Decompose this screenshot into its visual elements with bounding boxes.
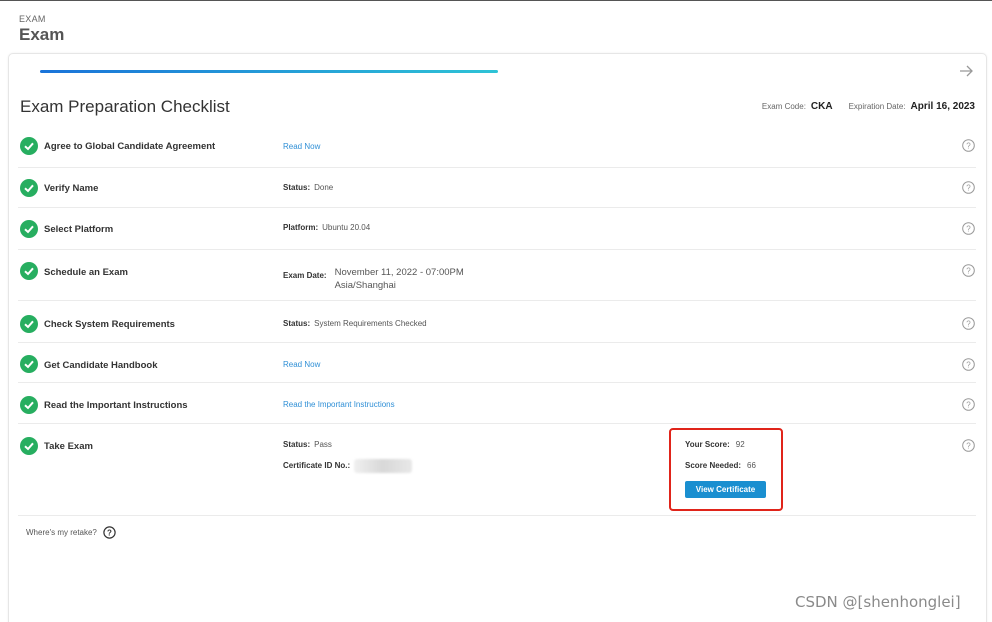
instructions-link[interactable]: Read the Important Instructions	[283, 400, 395, 409]
expiration-label: Expiration Date:	[848, 102, 906, 111]
help-icon[interactable]: ?	[962, 222, 975, 235]
check-circle-icon	[20, 220, 38, 238]
task-label: Schedule an Exam	[44, 267, 128, 278]
exam-date-detail: Exam Date: November 11, 2022 - 07:00PM As…	[283, 267, 464, 291]
question-circle-icon[interactable]: ?	[103, 526, 116, 539]
checklist-row-platform: Select Platform Platform: Ubuntu 20.04 ?	[18, 208, 976, 250]
task-label: Get Candidate Handbook	[44, 360, 158, 371]
svg-text:?: ?	[966, 266, 971, 275]
task-label: Check System Requirements	[44, 319, 175, 330]
exam-code-label: Exam Code:	[761, 102, 806, 111]
arrow-right-icon[interactable]	[957, 62, 975, 80]
platform-detail: Platform: Ubuntu 20.04	[283, 223, 371, 232]
score-highlight-box: Your Score: 92 Score Needed: 66 View Certi…	[669, 428, 783, 511]
help-icon[interactable]: ?	[962, 264, 975, 277]
check-circle-icon	[20, 355, 38, 373]
exam-code: CKA	[810, 101, 833, 112]
checklist-title: Exam Preparation Checklist	[20, 97, 230, 116]
task-label: Select Platform	[44, 224, 114, 235]
svg-text:?: ?	[966, 360, 971, 369]
check-circle-icon	[20, 437, 38, 455]
check-circle-icon	[20, 396, 38, 414]
retake-text: Where's my retake?	[26, 528, 97, 537]
read-now-link[interactable]: Read Now	[283, 142, 320, 151]
help-icon[interactable]: ?	[962, 139, 975, 152]
progress-bar	[40, 70, 498, 73]
read-now-link[interactable]: Read Now	[283, 360, 320, 369]
help-icon[interactable]: ?	[962, 317, 975, 330]
retake-help: Where's my retake? ?	[26, 526, 116, 539]
check-circle-icon	[20, 179, 38, 197]
checklist-row-instructions: Read the Important Instructions Read the…	[18, 383, 976, 424]
page-title: Exam	[19, 25, 65, 44]
help-icon[interactable]: ?	[962, 181, 975, 194]
page-header: EXAM Exam	[19, 14, 64, 45]
svg-text:?: ?	[966, 141, 971, 150]
status-detail: Status: Pass	[283, 440, 332, 449]
certificate-id-redacted	[354, 459, 413, 473]
top-rule	[0, 0, 992, 1]
svg-text:?: ?	[966, 319, 971, 328]
check-circle-icon	[20, 137, 38, 155]
exam-date-line1: November 11, 2022 - 07:00PM	[334, 267, 464, 278]
checklist-rows: Agree to Global Candidate Agreement Read…	[18, 127, 976, 516]
svg-text:?: ?	[966, 224, 971, 233]
svg-text:?: ?	[966, 400, 971, 409]
help-icon[interactable]: ?	[962, 358, 975, 371]
status-detail: Status: Done	[283, 183, 334, 192]
check-circle-icon	[20, 315, 38, 333]
watermark: CSDN @[shenhonglei]	[795, 593, 961, 611]
checklist-row-handbook: Get Candidate Handbook Read Now ?	[18, 343, 976, 383]
checklist-row-schedule: Schedule an Exam Exam Date: November 11,…	[18, 250, 976, 301]
page-eyebrow: EXAM	[19, 14, 46, 24]
checklist-card: Exam Preparation Checklist Exam Code: CK…	[8, 53, 987, 622]
checklist-row-system-requirements: Check System Requirements Status: System …	[18, 301, 976, 343]
svg-text:?: ?	[107, 528, 112, 537]
expiration-date: April 16, 2023	[910, 101, 975, 112]
task-label: Agree to Global Candidate Agreement	[44, 141, 216, 152]
checklist-row-take-exam: Take Exam Status: Pass Certificate ID No.…	[18, 424, 976, 516]
score-needed: Score Needed: 66	[685, 461, 756, 470]
exam-meta: Exam Code: CKA Expiration Date: April 16…	[762, 101, 975, 112]
help-icon[interactable]: ?	[962, 439, 975, 452]
your-score: Your Score: 92	[685, 440, 745, 449]
exam-date-line2: Asia/Shanghai	[334, 280, 396, 291]
task-label: Verify Name	[44, 183, 99, 194]
checklist-row-agreement: Agree to Global Candidate Agreement Read…	[18, 127, 976, 168]
svg-text:?: ?	[966, 441, 971, 450]
view-certificate-button[interactable]: View Certificate	[685, 481, 766, 498]
svg-text:?: ?	[966, 183, 971, 192]
certificate-id-detail: Certificate ID No.:	[283, 459, 413, 473]
checklist-row-verify-name: Verify Name Status: Done ?	[18, 168, 976, 208]
help-icon[interactable]: ?	[962, 398, 975, 411]
check-circle-icon	[20, 262, 38, 280]
task-label: Take Exam	[44, 441, 93, 452]
status-detail: Status: System Requirements Checked	[283, 319, 427, 328]
task-label: Read the Important Instructions	[44, 400, 188, 411]
